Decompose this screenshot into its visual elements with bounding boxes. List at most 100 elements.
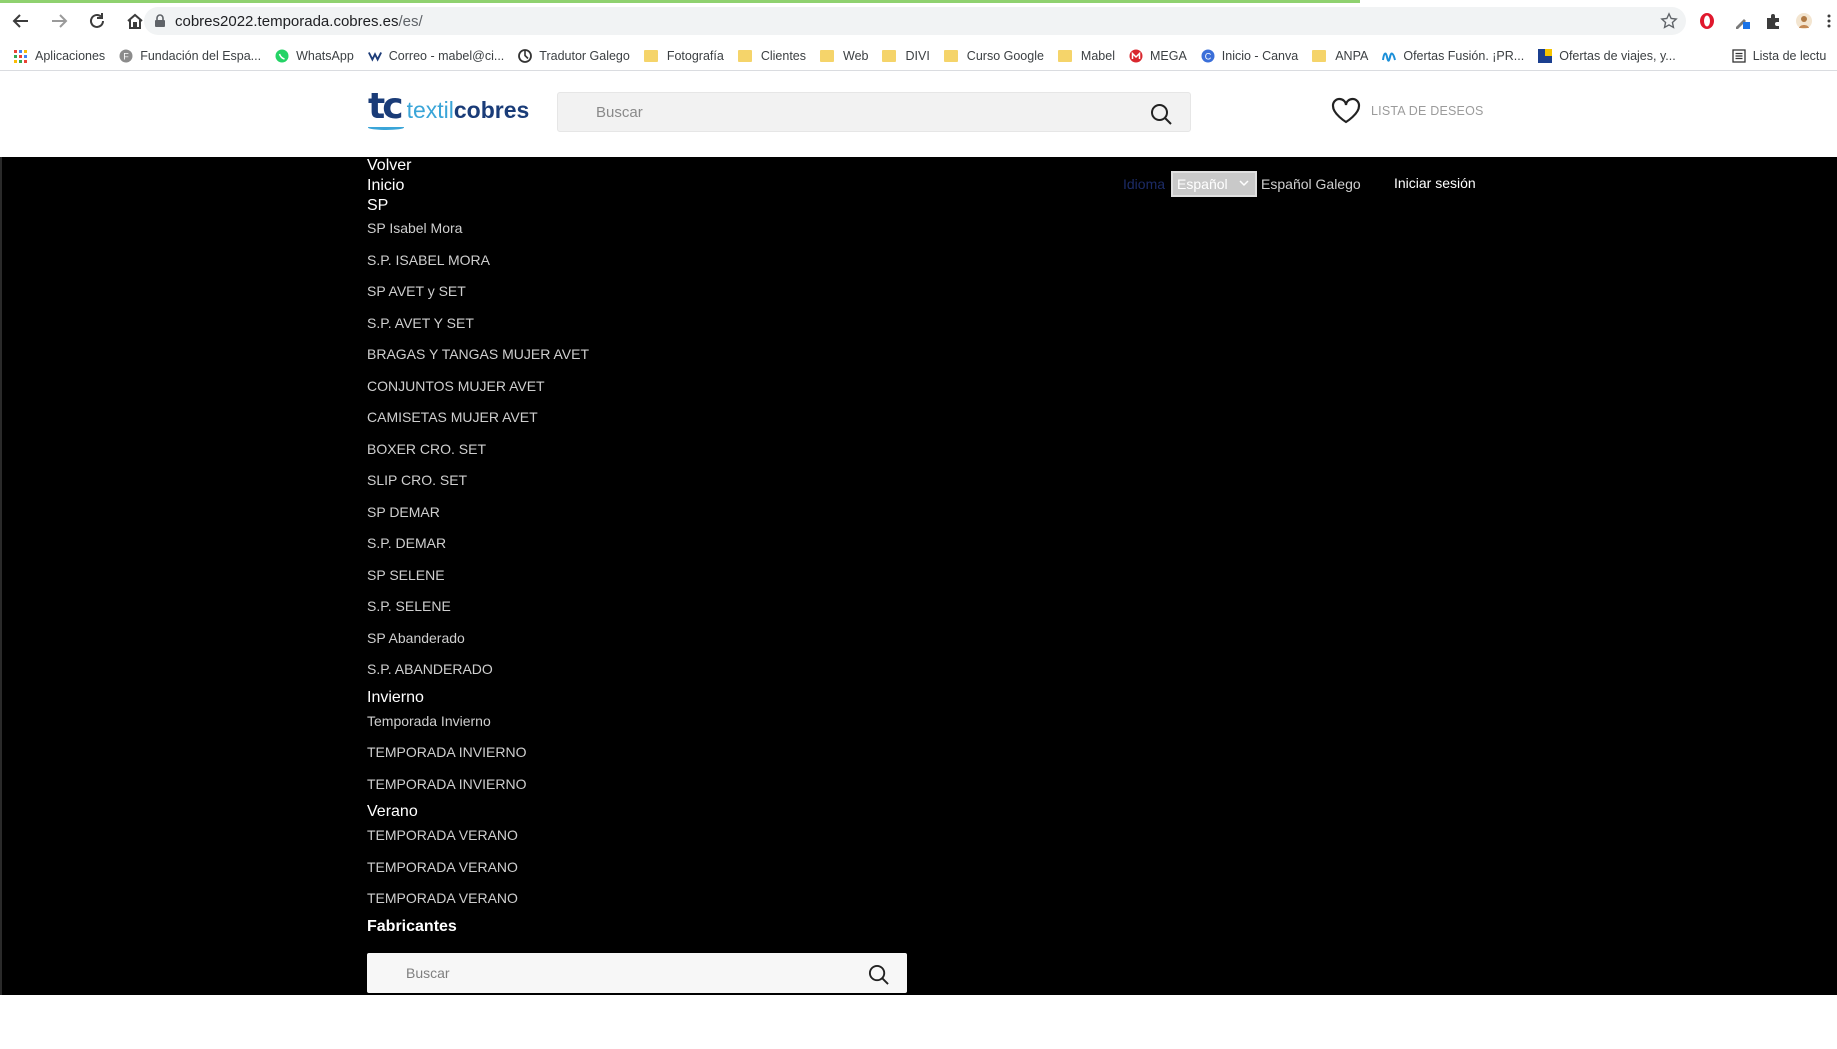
language-switcher: Idioma Español Español Galego (1123, 171, 1361, 197)
logo-wordmark: textilcobres (406, 97, 530, 123)
menu-item[interactable]: BRAGAS Y TANGAS MUJER AVET (367, 346, 589, 362)
page-load-progress (0, 0, 1360, 3)
search-icon[interactable] (868, 964, 889, 985)
menu-item[interactable]: S.P. ABANDERADO (367, 661, 493, 677)
extensions-puzzle-icon[interactable] (1762, 10, 1784, 32)
language-label: Idioma (1123, 176, 1166, 192)
header-search (557, 92, 1191, 132)
menu-item[interactable]: TEMPORADA INVIERNO (367, 776, 526, 792)
arrow-left-icon (12, 14, 28, 28)
bookmark-ofertas-viajes[interactable]: Ofertas de viajes, y... (1538, 49, 1676, 63)
menu-section-sp[interactable]: SP (367, 197, 388, 215)
movistar-icon (1382, 52, 1397, 62)
url-text: cobres2022.temporada.cobres.es/es/ (175, 12, 423, 30)
menu-item[interactable]: TEMPORADA INVIERNO (367, 744, 526, 760)
menu-section-verano[interactable]: Verano (367, 803, 418, 821)
menu-item[interactable]: S.P. ISABEL MORA (367, 252, 490, 268)
folder-icon (1057, 50, 1072, 62)
browser-menu-icon[interactable] (1824, 10, 1834, 32)
bookmark-canva[interactable]: C Inicio - Canva (1201, 49, 1298, 63)
forward-button[interactable] (42, 4, 76, 38)
menu-item[interactable]: SP AVET y SET (367, 283, 466, 299)
site-logo[interactable]: tc textilcobres (368, 86, 530, 130)
language-select-wrap: Español (1171, 171, 1258, 197)
page-left-edge (0, 157, 2, 995)
bookmark-curso-google[interactable]: Curso Google (943, 49, 1044, 63)
logo-swoosh (368, 125, 404, 130)
back-button[interactable] (4, 4, 38, 38)
folder-icon (943, 50, 958, 62)
folder-icon (737, 50, 752, 62)
site-header: tc textilcobres LISTA DE DESEOS (0, 71, 1837, 157)
bookmark-whatsapp[interactable]: WhatsApp (275, 49, 354, 63)
bookmark-ofertas-fusion[interactable]: Ofertas Fusión. ¡PR... (1382, 49, 1524, 63)
bookmark-tradutor[interactable]: Tradutor Galego (518, 49, 630, 63)
canva-icon: C (1201, 49, 1215, 63)
menu-item[interactable]: Temporada Invierno (367, 713, 491, 729)
menu-back-link[interactable]: Volver (367, 157, 411, 175)
menu-search-input[interactable] (367, 953, 907, 993)
menu-item[interactable]: CONJUNTOS MUJER AVET (367, 378, 545, 394)
bookmark-correo[interactable]: Correo - mabel@ci... (367, 49, 504, 63)
folder-icon (643, 50, 658, 62)
menu-item[interactable]: S.P. AVET Y SET (367, 315, 474, 331)
travel-icon (1538, 49, 1553, 63)
bookmark-divi[interactable]: DIVI (882, 49, 930, 63)
menu-item[interactable]: TEMPORADA VERANO (367, 890, 518, 906)
search-icon[interactable] (1150, 103, 1172, 125)
address-bar[interactable]: cobres2022.temporada.cobres.es/es/ (144, 7, 1686, 35)
mobile-menu-panel: Volver Inicio SP SP Isabel Mora S.P. ISA… (0, 157, 1837, 995)
arrow-right-icon (52, 14, 68, 28)
chevron-down-icon (1239, 180, 1249, 187)
menu-item[interactable]: CAMISETAS MUJER AVET (367, 409, 538, 425)
bookmark-fotografia[interactable]: Fotografía (643, 49, 724, 63)
folder-icon (820, 50, 834, 62)
browser-toolbar: cobres2022.temporada.cobres.es/es/ (0, 0, 1837, 42)
menu-item[interactable]: TEMPORADA VERANO (367, 827, 518, 843)
bookmarks-bar: Aplicaciones F Fundación del Espa... Wha… (0, 42, 1837, 70)
menu-fabricantes[interactable]: Fabricantes (367, 918, 457, 936)
profile-avatar[interactable] (1793, 10, 1815, 32)
svg-text:F: F (123, 52, 129, 62)
browser-window: cobres2022.temporada.cobres.es/es/ Aplic… (0, 0, 1837, 1049)
menu-item[interactable]: SLIP CRO. SET (367, 472, 467, 488)
header-search-input[interactable] (558, 93, 1190, 131)
logo-mark: tc (368, 86, 404, 127)
reload-icon (90, 13, 104, 28)
menu-item[interactable]: SP SELENE (367, 567, 445, 583)
bookmark-star-icon[interactable] (1660, 12, 1678, 30)
bookmark-reading-list[interactable]: Lista de lectu (1732, 49, 1826, 63)
menu-item[interactable]: S.P. DEMAR (367, 535, 446, 551)
reading-list-icon (1732, 49, 1746, 63)
svg-text:C: C (1205, 52, 1212, 62)
eyedropper-extension-icon[interactable] (1731, 10, 1753, 32)
menu-home-link[interactable]: Inicio (367, 177, 404, 195)
translate-icon (518, 49, 533, 63)
heart-icon (1331, 97, 1361, 124)
bookmark-mega[interactable]: MEGA (1129, 49, 1187, 63)
menu-item[interactable]: TEMPORADA VERANO (367, 859, 518, 875)
bookmark-anpa[interactable]: ANPA (1312, 49, 1368, 63)
bookmark-web[interactable]: Web (820, 49, 868, 63)
wishlist-link[interactable]: LISTA DE DESEOS (1331, 97, 1484, 125)
menu-item[interactable]: SP DEMAR (367, 504, 440, 520)
bookmark-fundacion[interactable]: F Fundación del Espa... (119, 49, 261, 63)
folder-icon (1312, 50, 1327, 62)
menu-item[interactable]: S.P. SELENE (367, 598, 451, 614)
reload-button[interactable] (80, 4, 114, 38)
whatsapp-icon (275, 49, 289, 63)
bookmark-aplicaciones[interactable]: Aplicaciones (14, 49, 105, 63)
opera-extension-icon[interactable] (1696, 10, 1718, 32)
bookmark-clientes[interactable]: Clientes (737, 49, 806, 63)
menu-item[interactable]: SP Isabel Mora (367, 220, 462, 236)
menu-section-invierno[interactable]: Invierno (367, 689, 424, 707)
mail-icon (367, 52, 382, 62)
menu-item[interactable]: BOXER CRO. SET (367, 441, 486, 457)
menu-search (367, 953, 907, 993)
bookmark-mabel[interactable]: Mabel (1057, 49, 1115, 63)
menu-item[interactable]: SP Abanderado (367, 630, 465, 646)
wishlist-label: LISTA DE DESEOS (1371, 104, 1484, 118)
login-link[interactable]: Iniciar sesión (1394, 175, 1476, 191)
apps-grid-icon (14, 49, 27, 63)
language-options-text: Español Galego (1261, 176, 1361, 192)
